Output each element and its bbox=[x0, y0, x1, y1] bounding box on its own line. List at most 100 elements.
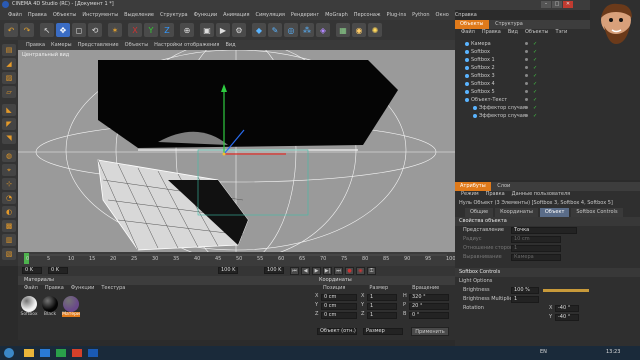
maximize-button[interactable]: □ bbox=[552, 1, 562, 8]
lock-x-icon[interactable]: ✶ bbox=[108, 23, 122, 37]
render-settings-icon[interactable]: ⚙ bbox=[232, 23, 246, 37]
language-indicator[interactable]: EN bbox=[540, 349, 547, 355]
snap-icon[interactable]: ⌖ bbox=[2, 164, 16, 176]
subtab-coords[interactable]: Координаты bbox=[495, 208, 538, 217]
visibility-dot-icon[interactable] bbox=[525, 74, 528, 77]
object-row[interactable]: Softbox 5 ✓ bbox=[455, 88, 640, 96]
position-field[interactable]: 0 cm bbox=[321, 294, 357, 301]
menu-item[interactable]: Симуляция bbox=[256, 12, 285, 18]
rotation-field[interactable]: 20 ° bbox=[409, 303, 449, 310]
enabled-check-icon[interactable]: ✓ bbox=[533, 72, 537, 80]
menu-item[interactable]: Выделение bbox=[124, 12, 154, 18]
materials-menu-item[interactable]: Правка bbox=[45, 285, 64, 294]
next-key-icon[interactable]: ▶| bbox=[323, 267, 332, 275]
material-item[interactable]: Softbox bbox=[20, 296, 38, 317]
prev-key-icon[interactable]: ◀ bbox=[301, 267, 310, 275]
apply-button[interactable]: Применить bbox=[411, 327, 449, 336]
menu-item[interactable]: Python bbox=[412, 12, 429, 18]
menu-item[interactable]: Правка bbox=[28, 12, 47, 18]
tab-attributes[interactable]: Атрибуты bbox=[455, 182, 491, 191]
object-row[interactable]: Эффектор случая ✓ bbox=[455, 112, 640, 120]
visibility-dot-icon[interactable] bbox=[525, 98, 528, 101]
enabled-check-icon[interactable]: ✓ bbox=[533, 104, 537, 112]
rotation-x-field[interactable]: -40 ° bbox=[555, 305, 579, 312]
array-icon[interactable]: ⁂ bbox=[300, 23, 314, 37]
coord-mode-dropdown[interactable]: Объект (отн.) bbox=[317, 328, 357, 335]
attribute-menu-item[interactable]: Данные пользователя bbox=[512, 191, 571, 199]
polygons-mode-icon[interactable]: ◥ bbox=[2, 132, 16, 144]
menu-item[interactable]: MoGraph bbox=[325, 12, 348, 18]
enabled-check-icon[interactable]: ✓ bbox=[533, 64, 537, 72]
layout-icon[interactable]: ▧ bbox=[2, 248, 16, 260]
menu-item[interactable]: Окно bbox=[436, 12, 449, 18]
end-frame-field[interactable]: 100 K bbox=[218, 267, 238, 274]
sculpt-icon[interactable]: ◐ bbox=[2, 206, 16, 218]
viewport[interactable]: Центральный вид bbox=[18, 50, 455, 252]
brightness-field[interactable]: 100 % bbox=[511, 287, 539, 294]
object-menu-item[interactable]: Файл bbox=[461, 29, 475, 38]
object-menu-item[interactable]: Объекты bbox=[525, 29, 549, 38]
object-menu-item[interactable]: Правка bbox=[482, 29, 501, 38]
property-value[interactable]: 1 bbox=[511, 245, 561, 252]
enabled-check-icon[interactable]: ✓ bbox=[533, 48, 537, 56]
menu-item[interactable]: Файл bbox=[8, 12, 22, 18]
pattern-icon[interactable]: ▥ bbox=[2, 234, 16, 246]
viewport-menu-item[interactable]: Объекты bbox=[125, 42, 149, 48]
object-row[interactable]: Softbox ✓ bbox=[455, 48, 640, 56]
size-field[interactable]: 1 bbox=[367, 312, 397, 319]
materials-menu-item[interactable]: Функции bbox=[71, 285, 94, 294]
material-item[interactable]: Матери bbox=[62, 296, 80, 317]
cube-icon[interactable]: ◆ bbox=[252, 23, 266, 37]
model-mode-icon[interactable]: ◢ bbox=[2, 58, 16, 70]
rotate-icon[interactable]: ⟲ bbox=[88, 23, 102, 37]
soft-selection-icon[interactable]: ◍ bbox=[2, 150, 16, 162]
menu-item[interactable]: Справка bbox=[455, 12, 477, 18]
enabled-check-icon[interactable]: ✓ bbox=[533, 40, 537, 48]
render-view-icon[interactable]: ▣ bbox=[200, 23, 214, 37]
brightness-slider[interactable] bbox=[543, 289, 589, 292]
visibility-dot-icon[interactable] bbox=[525, 90, 528, 93]
enabled-check-icon[interactable]: ✓ bbox=[533, 112, 537, 120]
material-item[interactable]: Black bbox=[41, 296, 59, 317]
deformer-icon[interactable]: ◈ bbox=[316, 23, 330, 37]
floor-icon[interactable]: ▦ bbox=[336, 23, 350, 37]
redo-icon[interactable]: ↷ bbox=[20, 23, 34, 37]
enabled-check-icon[interactable]: ✓ bbox=[533, 88, 537, 96]
world-coord-icon[interactable]: ⊕ bbox=[180, 23, 194, 37]
grid-icon[interactable]: ▩ bbox=[2, 220, 16, 232]
visibility-dot-icon[interactable] bbox=[525, 50, 528, 53]
property-value[interactable]: Точка bbox=[511, 227, 577, 234]
tab-objects[interactable]: Объекты bbox=[455, 20, 489, 29]
property-value[interactable]: 10 cm bbox=[511, 236, 561, 243]
subtab-basic[interactable]: Общие bbox=[465, 208, 494, 217]
attribute-menu-item[interactable]: Режим bbox=[461, 191, 479, 199]
object-menu-item[interactable]: Тэги bbox=[556, 29, 568, 38]
visibility-dot-icon[interactable] bbox=[525, 82, 528, 85]
record-icon[interactable]: ● bbox=[345, 267, 354, 275]
menu-item[interactable]: Структура bbox=[160, 12, 188, 18]
make-editable-icon[interactable]: ▤ bbox=[2, 44, 16, 56]
object-row[interactable]: Softbox 4 ✓ bbox=[455, 80, 640, 88]
tab-layers[interactable]: Слои bbox=[492, 182, 515, 191]
object-row[interactable]: Эффектор случая ✓ bbox=[455, 104, 640, 112]
size-mode-dropdown[interactable]: Размер bbox=[363, 328, 403, 335]
materials-menu-item[interactable]: Текстура bbox=[101, 285, 125, 294]
first-frame-icon[interactable]: ⏮ bbox=[290, 267, 299, 275]
light-icon[interactable]: ✺ bbox=[368, 23, 382, 37]
multiplier-field[interactable]: 1 bbox=[511, 296, 539, 303]
timeline[interactable]: 0 5 10 15 20 25 30 35 40 45 50 55 60 65 70 75 80 85 90 95 10… bbox=[18, 252, 456, 266]
menu-item[interactable]: Plug-ins bbox=[386, 12, 406, 18]
position-field[interactable]: 0 cm bbox=[321, 303, 357, 310]
enabled-check-icon[interactable]: ✓ bbox=[533, 56, 537, 64]
scale-icon[interactable]: ◻ bbox=[72, 23, 86, 37]
media-icon[interactable] bbox=[72, 349, 82, 357]
current-frame-field[interactable]: 0 K bbox=[48, 267, 68, 274]
visibility-dot-icon[interactable] bbox=[525, 42, 528, 45]
position-field[interactable]: 0 cm bbox=[321, 312, 357, 319]
key-icon[interactable]: ⚿ bbox=[367, 267, 376, 275]
camera-icon[interactable]: ◉ bbox=[352, 23, 366, 37]
visibility-dot-icon[interactable] bbox=[525, 66, 528, 69]
close-button[interactable]: ✕ bbox=[563, 1, 573, 8]
tab-structure[interactable]: Структура bbox=[490, 20, 528, 29]
viewport-menu-item[interactable]: Камеры bbox=[51, 42, 72, 48]
